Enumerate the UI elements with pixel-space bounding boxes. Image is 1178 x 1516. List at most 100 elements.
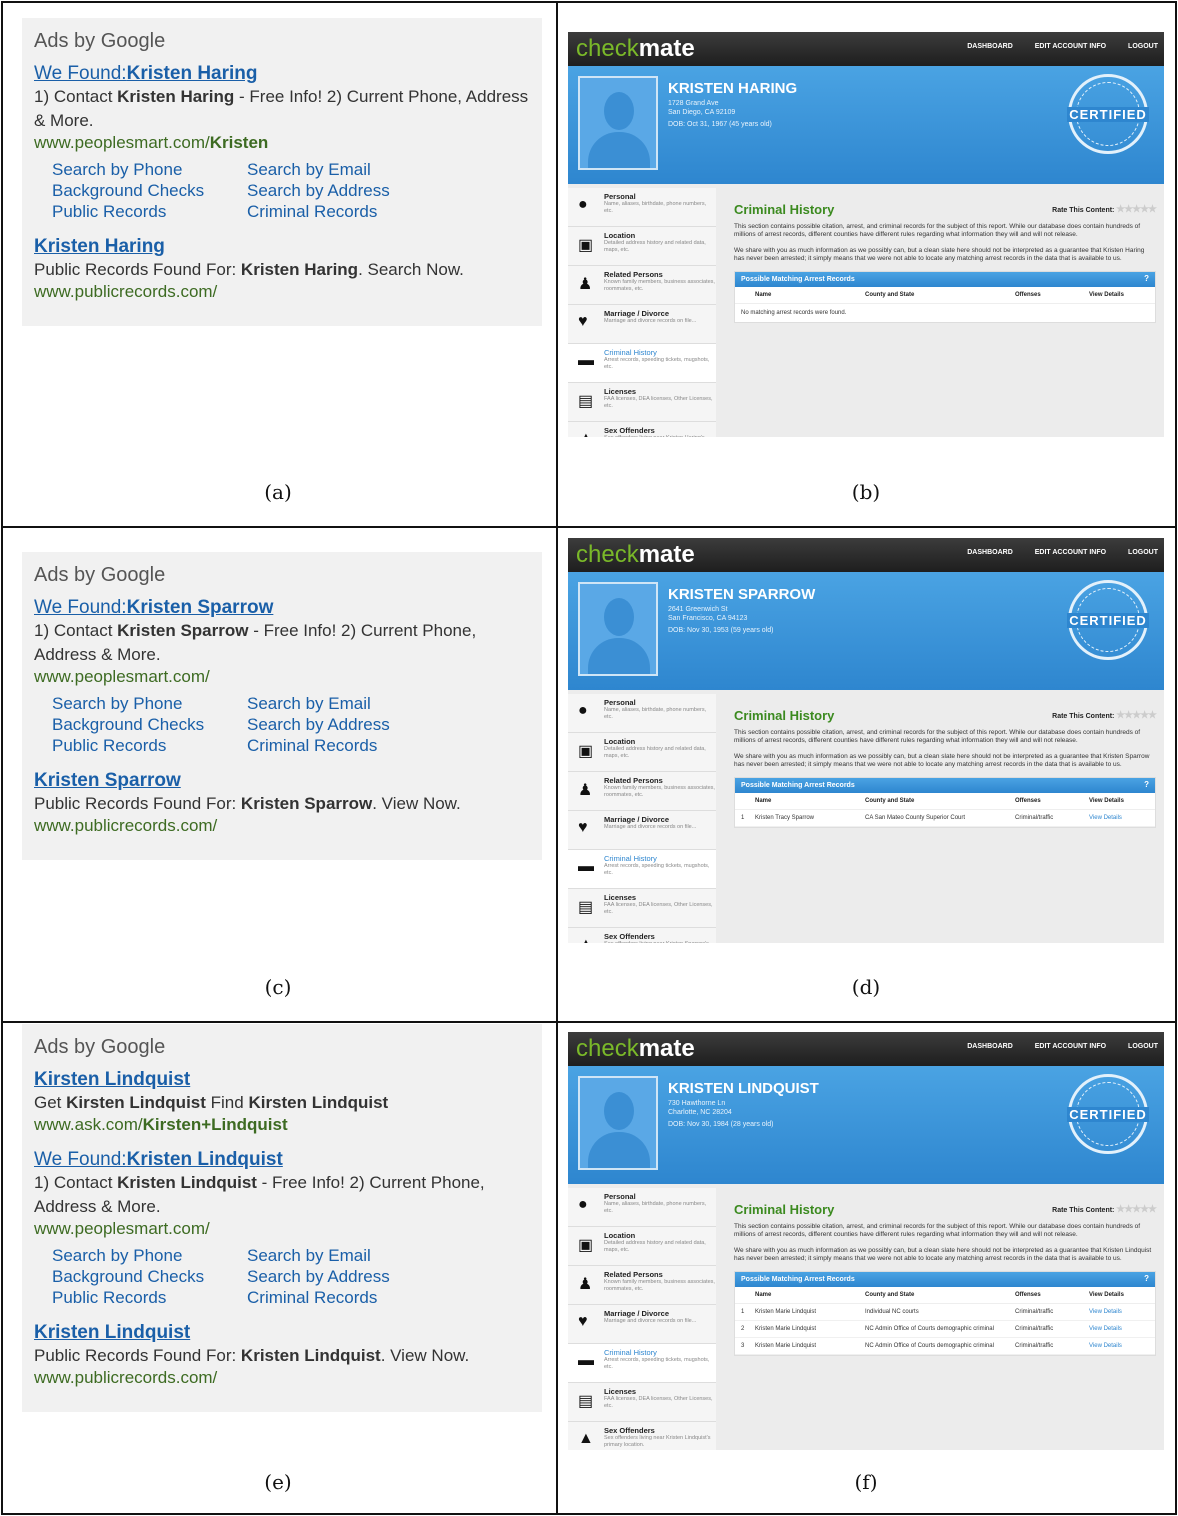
ad-desc-text: Get [34,1093,67,1112]
address-line-2: San Diego, CA 92109 [668,109,736,116]
sidebar-item[interactable]: ▬ Criminal History Arrest records, speedin… [568,344,716,383]
sidebar-item[interactable]: ▬ Criminal History Arrest records, speedin… [568,850,716,889]
ad-display-url[interactable]: www.publicrecords.com/ [34,282,530,302]
sidebar-item[interactable]: ♟ Related Persons Known family members, bu… [568,772,716,811]
nav-link[interactable]: DASHBOARD [967,1043,1013,1050]
sidebar-item[interactable]: ▣ Location Detailed address history and re… [568,1227,716,1266]
sidebar-item[interactable]: ♥ Marriage / Divorce Marriage and divorce … [568,305,716,344]
ad-title-link[interactable]: We Found:Kristen Sparrow [34,597,530,619]
checkmate-logo[interactable]: checkmate [576,35,695,63]
ad-display-url[interactable]: www.publicrecords.com/ [34,816,530,836]
help-icon[interactable]: ? [1144,780,1149,789]
nav-link[interactable]: EDIT ACCOUNT INFO [1035,549,1106,556]
sidebar-item[interactable]: ♟ Related Persons Known family members, bu… [568,266,716,305]
desc-text: Arrest records, speeding tickets, mugsho… [604,863,710,876]
checkmate-logo[interactable]: checkmate [576,541,695,569]
checkmate-logo[interactable]: checkmate [576,1035,695,1063]
nav-links: DASHBOARD EDIT ACCOUNT INFO LOGOUT [967,43,1158,50]
sidebar-item-desc: Sex offenders living near Kristen Lindqu… [604,1435,716,1449]
ad-sitelink[interactable]: Criminal Records [247,201,447,222]
nav-link[interactable]: EDIT ACCOUNT INFO [1035,43,1106,50]
logo-light: check [576,35,639,62]
sidebar-item-desc: Marriage and divorce records on file... [604,1318,716,1325]
ad-block: Kirsten Lindquist Get Kirsten Lindquist F… [34,1069,530,1135]
sidebar-item[interactable]: ▤ Licenses FAA licenses, DEA licenses, Oth… [568,889,716,928]
ad-title-link[interactable]: Kristen Lindquist [34,1322,530,1344]
ad-desc-name: Kristen Sparrow [117,621,249,640]
view-details-link[interactable]: View Details [1089,815,1149,821]
nav-link[interactable]: LOGOUT [1128,1043,1158,1050]
nav-link[interactable]: LOGOUT [1128,43,1158,50]
nav-link[interactable]: DASHBOARD [967,549,1013,556]
certified-seal-icon: CERTIFIED [1067,580,1149,660]
sidebar-item[interactable]: ♟ Related Persons Known family members, bu… [568,1266,716,1305]
sidebar-item[interactable]: ▤ Licenses FAA licenses, DEA licenses, Oth… [568,383,716,422]
profile-header: KRISTEN SPARROW 2641 Greenwich St San Fran… [568,572,1164,690]
nav-link[interactable]: LOGOUT [1128,549,1158,556]
ad-title-link[interactable]: Kristen Haring [34,236,530,258]
ad-sitelink[interactable]: Criminal Records [247,735,447,756]
view-details-link[interactable]: View Details [1089,1309,1149,1315]
sidebar-item[interactable]: ▲ Sex OffendersSex offenders living near … [568,1422,716,1450]
ad-url-prefix: www.publicrecords.com/ [34,816,218,835]
ad-sitelink[interactable]: Search by Email [247,693,447,714]
sidebar-item[interactable]: ▣ Location Detailed address history and re… [568,227,716,266]
sidebar-item[interactable]: ▲ Sex OffendersSex offenders living near … [568,928,716,943]
ad-display-url[interactable]: www.peoplesmart.com/ [34,667,530,687]
ad-display-url[interactable]: www.publicrecords.com/ [34,1368,530,1388]
view-details-link[interactable]: View Details [1089,1326,1149,1332]
ad-sitelink[interactable]: Search by Address [247,714,447,735]
ad-sitelink[interactable]: Public Records [52,1287,247,1308]
view-details-link[interactable]: View Details [1089,1343,1149,1349]
gun-icon: ▬ [578,858,594,875]
ad-title-link[interactable]: We Found:Kristen Haring [34,63,530,85]
ad-sitelink[interactable]: Public Records [52,201,247,222]
nav-link[interactable]: EDIT ACCOUNT INFO [1035,1043,1106,1050]
profile-address: 730 Hawthorne Ln Charlotte, NC 28204 [668,1099,732,1117]
ad-sitelink[interactable]: Search by Address [247,180,447,201]
sidebar-item[interactable]: ● Personal Name, aliases, birthdate, phone… [568,1188,716,1227]
ad-sitelink[interactable]: Background Checks [52,714,247,735]
star-rating-icon[interactable]: ★★★★★ [1114,710,1157,721]
sidebar-item[interactable]: ● Personal Name, aliases, birthdate, phone… [568,694,716,733]
ad-sitelink[interactable]: Search by Phone [52,1245,247,1266]
logo-bold: mate [638,35,695,62]
sidebar-item[interactable]: ▬ Criminal History Arrest records, speedin… [568,1344,716,1383]
sidebar-item[interactable]: ▲ Sex OffendersSex offenders living near … [568,422,716,437]
ad-sitelink[interactable]: Search by Email [247,1245,447,1266]
ad-display-url[interactable]: www.ask.com/Kirsten+Lindquist [34,1115,530,1135]
sidebar-item[interactable]: ▣ Location Detailed address history and re… [568,733,716,772]
table-header-row: Name County and State Offenses View Details [735,1287,1155,1304]
sidebar-item[interactable]: ♥ Marriage / Divorce Marriage and divorce … [568,1305,716,1344]
ad-url-prefix: www.publicrecords.com/ [34,282,218,301]
ad-sitelink[interactable]: Search by Address [247,1266,447,1287]
sidebar-item[interactable]: ● Personal Name, aliases, birthdate, phone… [568,188,716,227]
help-icon[interactable]: ? [1144,274,1149,283]
ad-desc-name: Kristen Haring [240,260,359,279]
sidebar-item[interactable]: ♥ Marriage / Divorce Marriage and divorce … [568,811,716,850]
ad-sitelink[interactable]: Search by Phone [52,159,247,180]
ad-sitelink[interactable]: Public Records [52,735,247,756]
help-icon[interactable]: ? [1144,1274,1149,1283]
report-sidebar: ● Personal Name, aliases, birthdate, phone… [568,1188,716,1450]
disclaimer-paragraph: We share with you as much information as… [734,1247,1152,1262]
ad-sitelink[interactable]: Background Checks [52,180,247,201]
ad-title-prefix: We Found: [34,63,127,84]
ad-display-url[interactable]: www.peoplesmart.com/ [34,1219,530,1239]
sidebar-item-desc: Detailed address history and related dat… [604,240,716,254]
star-rating-icon[interactable]: ★★★★★ [1114,1204,1157,1215]
ad-title-link[interactable]: Kirsten Lindquist [34,1069,530,1091]
ad-sitelink[interactable]: Search by Phone [52,693,247,714]
ad-sitelink[interactable]: Background Checks [52,1266,247,1287]
sidebar-item-title: Location [604,231,636,240]
ad-sitelink[interactable]: Criminal Records [247,1287,447,1308]
sidebar-item[interactable]: ▤ Licenses FAA licenses, DEA licenses, Oth… [568,1383,716,1422]
desc-name: Kristen Haring [666,435,701,437]
ad-sitelink[interactable]: Search by Email [247,159,447,180]
location-icon: ▣ [578,237,594,254]
ad-display-url[interactable]: www.peoplesmart.com/Kristen [34,133,530,153]
ad-title-link[interactable]: Kristen Sparrow [34,770,530,792]
star-rating-icon[interactable]: ★★★★★ [1114,204,1157,215]
nav-link[interactable]: DASHBOARD [967,43,1013,50]
ad-title-link[interactable]: We Found:Kristen Lindquist [34,1149,530,1171]
